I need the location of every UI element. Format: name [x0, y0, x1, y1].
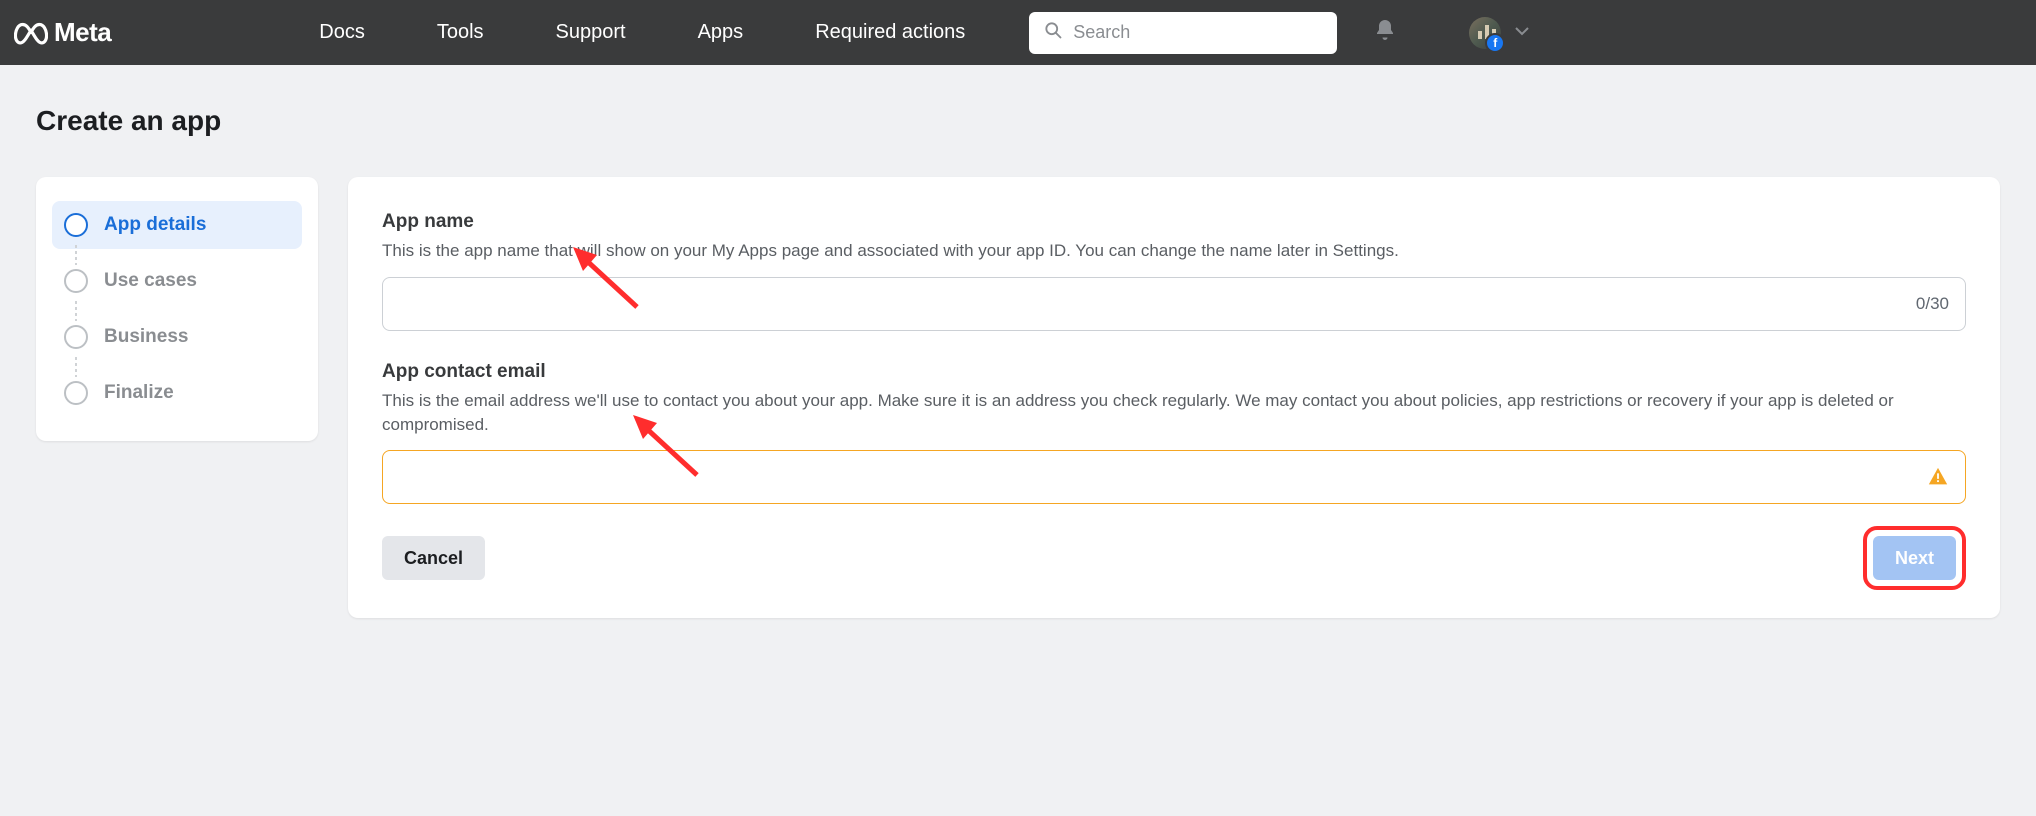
search-box[interactable]: [1029, 12, 1337, 54]
nav-docs[interactable]: Docs: [319, 21, 365, 44]
next-button-highlight: Next: [1863, 526, 1966, 590]
steps-sidebar: App details Use cases Business Finalize: [36, 177, 318, 441]
step-indicator-icon: [64, 269, 88, 293]
nav-apps[interactable]: Apps: [698, 21, 744, 44]
app-name-desc: This is the app name that will show on y…: [382, 239, 1966, 263]
search-icon: [1043, 20, 1063, 45]
meta-logo-text: Meta: [54, 17, 111, 48]
step-use-cases[interactable]: Use cases: [52, 257, 302, 305]
bell-icon: [1373, 18, 1397, 47]
step-label: Finalize: [104, 382, 174, 404]
facebook-badge-icon: f: [1485, 33, 1505, 53]
search-input[interactable]: [1073, 22, 1323, 43]
app-name-label: App name: [382, 211, 1966, 233]
app-details-form: App name This is the app name that will …: [348, 177, 2000, 618]
step-business[interactable]: Business: [52, 313, 302, 361]
step-label: Business: [104, 326, 188, 348]
account-menu[interactable]: f: [1469, 17, 1529, 49]
step-finalize[interactable]: Finalize: [52, 369, 302, 417]
notifications-button[interactable]: [1373, 18, 1397, 47]
app-name-input-shell: 0/30: [382, 277, 1966, 331]
next-button[interactable]: Next: [1873, 536, 1956, 580]
step-label: Use cases: [104, 270, 197, 292]
contact-email-desc: This is the email address we'll use to c…: [382, 389, 1966, 437]
nav-required-actions[interactable]: Required actions: [815, 21, 965, 44]
cancel-button[interactable]: Cancel: [382, 536, 485, 580]
chevron-down-icon: [1515, 24, 1529, 42]
meta-logo-icon: [14, 21, 48, 45]
contact-email-input[interactable]: [399, 467, 1919, 487]
form-actions: Cancel Next: [382, 526, 1966, 590]
app-name-block: App name This is the app name that will …: [382, 211, 1966, 331]
step-label: App details: [104, 214, 206, 236]
top-nav: Meta Docs Tools Support Apps Required ac…: [0, 0, 2036, 65]
contact-email-block: App contact email This is the email addr…: [382, 361, 1966, 505]
step-app-details[interactable]: App details: [52, 201, 302, 249]
contact-email-label: App contact email: [382, 361, 1966, 383]
warning-icon: [1927, 466, 1949, 488]
app-name-counter: 0/30: [1916, 294, 1949, 314]
meta-logo[interactable]: Meta: [14, 17, 111, 48]
nav-support[interactable]: Support: [556, 21, 626, 44]
nav-links: Docs Tools Support Apps Required actions: [319, 21, 965, 44]
page-title: Create an app: [36, 105, 2000, 137]
step-indicator-icon: [64, 213, 88, 237]
nav-tools[interactable]: Tools: [437, 21, 484, 44]
step-indicator-icon: [64, 381, 88, 405]
app-name-input[interactable]: [399, 294, 1908, 314]
contact-email-input-shell: [382, 450, 1966, 504]
avatar: f: [1469, 17, 1501, 49]
step-indicator-icon: [64, 325, 88, 349]
